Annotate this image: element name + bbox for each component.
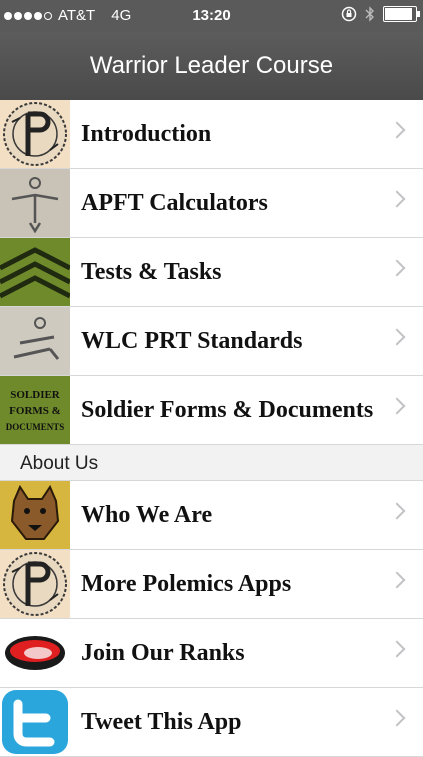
bear-icon: [0, 481, 70, 549]
list-item-tweet-this-app[interactable]: Tweet This App: [0, 688, 423, 757]
list-item-tests-tasks[interactable]: Tests & Tasks: [0, 238, 423, 307]
list-item-wlc-prt-standards[interactable]: WLC PRT Standards: [0, 307, 423, 376]
icon-text-line-2: FORMS &: [9, 405, 61, 417]
item-label: Soldier Forms & Documents: [81, 396, 374, 423]
forms-documents-icon: SOLDIER FORMS & DOCUMENTS: [0, 376, 70, 444]
icon-text-line-3: DOCUMENTS: [6, 422, 65, 432]
icon-text-line-1: SOLDIER: [10, 389, 61, 401]
item-label: More Polemics Apps: [81, 570, 292, 597]
list-item-introduction[interactable]: Introduction: [0, 100, 423, 169]
sit-up-figure-icon: [0, 307, 70, 375]
list-item-apft-calculators[interactable]: APFT Calculators: [0, 169, 423, 238]
item-label: Who We Are: [81, 501, 213, 528]
chevron-right-icon: [388, 640, 406, 658]
polemics-logo-icon: [0, 550, 70, 618]
chevron-right-icon: [388, 259, 406, 277]
polemics-logo-icon: [0, 100, 70, 168]
rotation-lock-icon: [341, 6, 357, 22]
list-item-join-our-ranks[interactable]: Join Our Ranks: [0, 619, 423, 688]
item-label: Tweet This App: [81, 708, 242, 735]
item-label: APFT Calculators: [81, 189, 268, 216]
chevron-right-icon: [388, 502, 406, 520]
soldier-figure-icon: [0, 169, 70, 237]
item-label: Join Our Ranks: [81, 639, 245, 666]
chevron-right-icon: [388, 328, 406, 346]
chevron-right-icon: [388, 190, 406, 208]
chevron-right-icon: [388, 571, 406, 589]
red-mouth-icon: [0, 619, 70, 687]
item-label: WLC PRT Standards: [81, 327, 303, 354]
chevron-right-icon: [388, 709, 406, 727]
item-label: Tests & Tasks: [81, 258, 222, 285]
chevron-right-icon: [388, 121, 406, 139]
status-bar: AT&T 4G 13:20: [0, 0, 423, 32]
battery-icon: [383, 6, 420, 22]
sergeant-chevron-icon: [0, 238, 70, 306]
twitter-bird-icon: [0, 688, 70, 756]
navigation-bar: Warrior Leader Course: [0, 32, 423, 100]
menu-list: Introduction APFT Calculators Tests & Ta…: [0, 100, 423, 757]
list-item-who-we-are[interactable]: Who We Are: [0, 481, 423, 550]
page-title: Warrior Leader Course: [89, 52, 334, 79]
list-item-soldier-forms-documents[interactable]: SOLDIER FORMS & DOCUMENTS Soldier Forms …: [0, 376, 423, 445]
list-item-more-polemics-apps[interactable]: More Polemics Apps: [0, 550, 423, 619]
chevron-right-icon: [388, 397, 406, 415]
item-label: Introduction: [81, 120, 212, 147]
status-right: [341, 6, 420, 22]
bluetooth-icon: [365, 6, 374, 22]
section-header-about-us: About Us: [0, 445, 423, 481]
